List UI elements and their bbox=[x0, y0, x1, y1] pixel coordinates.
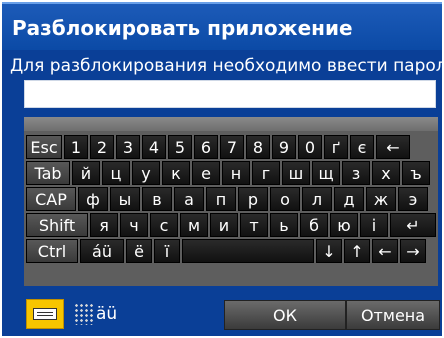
key-char[interactable]: 0 bbox=[298, 135, 322, 159]
key-char[interactable]: 6 bbox=[194, 135, 218, 159]
key-char[interactable]: ï bbox=[154, 239, 180, 263]
key-char[interactable]: 5 bbox=[168, 135, 192, 159]
cancel-button[interactable]: Отмена bbox=[346, 300, 440, 330]
keyboard-icon bbox=[33, 308, 57, 320]
key-char[interactable]: ъ bbox=[402, 161, 430, 185]
key-char[interactable]: ф bbox=[78, 187, 108, 211]
key-char[interactable]: щ bbox=[312, 161, 340, 185]
key-char[interactable]: ґ bbox=[324, 135, 348, 159]
keyboard-toggle-button[interactable] bbox=[26, 299, 64, 329]
key-char[interactable]: → bbox=[400, 239, 426, 263]
key-char[interactable]: г bbox=[252, 161, 280, 185]
key-char[interactable]: с bbox=[150, 213, 178, 237]
key-char[interactable]: м bbox=[180, 213, 208, 237]
key-char[interactable]: а bbox=[174, 187, 204, 211]
key-char[interactable]: 9 bbox=[272, 135, 296, 159]
key-char[interactable]: б bbox=[300, 213, 328, 237]
ok-button[interactable]: ОК bbox=[224, 300, 346, 330]
key-tab[interactable]: Tab bbox=[26, 161, 70, 185]
key-char[interactable]: о bbox=[270, 187, 300, 211]
key-char[interactable]: 2 bbox=[90, 135, 114, 159]
key-char[interactable]: ← bbox=[376, 135, 410, 159]
key-char[interactable]: ш bbox=[282, 161, 310, 185]
key-char[interactable]: з bbox=[342, 161, 370, 185]
key-char[interactable]: к bbox=[162, 161, 190, 185]
key-char[interactable]: ь bbox=[270, 213, 298, 237]
key-char[interactable]: х bbox=[372, 161, 400, 185]
key-shift[interactable]: Shift bbox=[26, 213, 88, 237]
key-char[interactable]: ↓ bbox=[316, 239, 342, 263]
keypad-grid-icon bbox=[74, 303, 94, 325]
key-char[interactable]: ← bbox=[372, 239, 398, 263]
key-char[interactable]: ы bbox=[110, 187, 140, 211]
bottom-toolbar: äü ОК Отмена bbox=[2, 296, 442, 336]
unlock-prompt: Для разблокирования необходимо ввести па… bbox=[10, 56, 444, 76]
key-char[interactable]: ю bbox=[330, 213, 358, 237]
key-space[interactable] bbox=[182, 239, 314, 263]
key-char[interactable]: й bbox=[72, 161, 100, 185]
key-char[interactable]: д bbox=[334, 187, 364, 211]
on-screen-keyboard: Esc 1 2 3 4 5 6 7 8 9 0 ґ є ← Tab й ц у к е н г ш щ з х ъ CAP ф ы в а п р… bbox=[24, 117, 438, 286]
key-char[interactable]: ↑ bbox=[344, 239, 370, 263]
password-field[interactable] bbox=[24, 80, 436, 108]
key-char[interactable]: р bbox=[238, 187, 268, 211]
key-char[interactable]: е bbox=[192, 161, 220, 185]
key-char[interactable]: и bbox=[210, 213, 238, 237]
key-char[interactable]: ë bbox=[126, 239, 152, 263]
keyboard-top-strip bbox=[24, 117, 438, 131]
key-char[interactable]: 1 bbox=[64, 135, 88, 159]
title-bar: Разблокировать приложение bbox=[2, 2, 442, 50]
key-cap[interactable]: CAP bbox=[26, 187, 76, 211]
unlock-dialog: Разблокировать приложение Для разблокиро… bbox=[0, 0, 444, 338]
key-char[interactable]: т bbox=[240, 213, 268, 237]
layout-switch-label: äü bbox=[96, 304, 118, 324]
key-char[interactable]: ч bbox=[120, 213, 148, 237]
key-char[interactable]: э bbox=[398, 187, 428, 211]
key-esc[interactable]: Esc bbox=[26, 135, 62, 159]
layout-switch-button[interactable]: äü bbox=[74, 301, 134, 329]
key-char[interactable]: п bbox=[206, 187, 236, 211]
key-char[interactable]: 7 bbox=[220, 135, 244, 159]
key-char[interactable]: ↵ bbox=[390, 213, 436, 237]
dialog-title: Разблокировать приложение bbox=[12, 16, 353, 40]
key-char[interactable]: і bbox=[360, 213, 388, 237]
key-char[interactable]: 8 bbox=[246, 135, 270, 159]
key-char[interactable]: 3 bbox=[116, 135, 140, 159]
key-char[interactable]: у bbox=[132, 161, 160, 185]
key-char[interactable]: я bbox=[90, 213, 118, 237]
key-char[interactable]: є bbox=[350, 135, 374, 159]
key-char[interactable]: 4 bbox=[142, 135, 166, 159]
key-char[interactable]: ж bbox=[366, 187, 396, 211]
key-char[interactable]: л bbox=[302, 187, 332, 211]
key-áü[interactable]: áü bbox=[80, 239, 124, 263]
key-char[interactable]: в bbox=[142, 187, 172, 211]
key-char[interactable]: ц bbox=[102, 161, 130, 185]
key-char[interactable]: н bbox=[222, 161, 250, 185]
key-ctrl[interactable]: Ctrl bbox=[26, 239, 78, 263]
